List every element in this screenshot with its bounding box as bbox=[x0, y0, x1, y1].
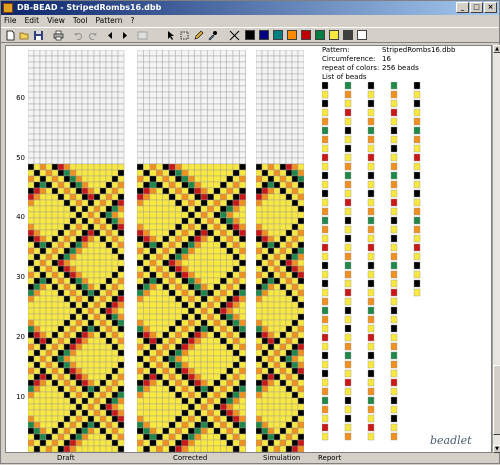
new-icon[interactable] bbox=[5, 30, 16, 41]
pattern-workspace: 60 50 40 30 20 10 Pattern: StripedRombs1… bbox=[5, 45, 492, 453]
toolbar bbox=[1, 27, 499, 43]
draft-label: Draft bbox=[57, 454, 75, 462]
maximize-button[interactable]: □ bbox=[470, 2, 483, 13]
minimize-button[interactable]: _ bbox=[456, 2, 469, 13]
color-swatch[interactable] bbox=[357, 30, 367, 40]
simulation-label: Simulation bbox=[263, 454, 301, 462]
open-icon[interactable] bbox=[19, 30, 30, 41]
undo-icon[interactable] bbox=[73, 30, 84, 41]
scroll-down-icon[interactable]: ▼ bbox=[493, 445, 500, 453]
menu-view[interactable]: View bbox=[47, 15, 65, 27]
row-label-40: 40 bbox=[16, 213, 25, 221]
color-swatch[interactable] bbox=[315, 30, 325, 40]
menu-edit[interactable]: Edit bbox=[25, 15, 40, 27]
report-label: Report bbox=[318, 454, 342, 462]
color-swatch[interactable] bbox=[245, 30, 255, 40]
bead-list bbox=[322, 82, 421, 441]
report-panel: Pattern: StripedRombs16.dbb Circumferenc… bbox=[322, 46, 492, 452]
arrow-left-icon[interactable] bbox=[105, 30, 116, 41]
circumference-value: 16 bbox=[382, 55, 391, 63]
arrow-right-icon[interactable] bbox=[119, 30, 130, 41]
menu-pattern[interactable]: Pattern bbox=[95, 15, 122, 27]
color-swatch[interactable] bbox=[343, 30, 353, 40]
row-label-60: 60 bbox=[16, 94, 25, 102]
menu-help[interactable]: ? bbox=[130, 15, 134, 27]
pencil-icon[interactable] bbox=[193, 30, 204, 41]
color-swatch[interactable] bbox=[273, 30, 283, 40]
app-window: DB-BEAD - StripedRombs16.dbb _ □ × File … bbox=[0, 0, 500, 464]
pattern-label: Pattern: bbox=[322, 46, 350, 54]
scroll-thumb[interactable] bbox=[493, 365, 500, 435]
erase-color-icon[interactable] bbox=[229, 30, 240, 41]
window-title: DB-BEAD - StripedRombs16.dbb bbox=[17, 3, 162, 12]
color-swatch[interactable] bbox=[301, 30, 311, 40]
close-button[interactable]: × bbox=[484, 2, 497, 13]
corrected-label: Corrected bbox=[173, 454, 208, 462]
row-label-50: 50 bbox=[16, 154, 25, 162]
beadlet-logo: beadlet bbox=[430, 434, 472, 447]
save-icon[interactable] bbox=[33, 30, 44, 41]
row-label-30: 30 bbox=[16, 273, 25, 281]
pointer-icon[interactable] bbox=[165, 30, 176, 41]
simulation-grid[interactable] bbox=[256, 50, 304, 452]
draft-grid[interactable] bbox=[28, 50, 126, 452]
redo-icon[interactable] bbox=[87, 30, 98, 41]
eyedropper-icon[interactable] bbox=[207, 30, 218, 41]
scroll-up-icon[interactable]: ▲ bbox=[493, 45, 500, 53]
repeat-label: repeat of colors: bbox=[322, 64, 380, 72]
color-swatch[interactable] bbox=[259, 30, 269, 40]
title-bar: DB-BEAD - StripedRombs16.dbb _ □ × bbox=[1, 1, 499, 15]
row-label-10: 10 bbox=[16, 393, 25, 401]
select-rect-icon[interactable] bbox=[179, 30, 190, 41]
row-label-20: 20 bbox=[16, 333, 25, 341]
color-swatch[interactable] bbox=[287, 30, 297, 40]
panel-labels: Draft Corrected Simulation Report bbox=[5, 453, 492, 465]
corrected-grid[interactable] bbox=[137, 50, 247, 452]
bead-list-label: List of beads bbox=[322, 73, 367, 81]
menu-file[interactable]: File bbox=[4, 15, 17, 27]
pattern-value: StripedRombs16.dbb bbox=[382, 46, 456, 54]
color-swatch[interactable] bbox=[329, 30, 339, 40]
app-icon bbox=[3, 3, 13, 13]
menu-bar: File Edit View Tool Pattern ? bbox=[1, 15, 499, 27]
print-icon[interactable] bbox=[53, 30, 64, 41]
repeat-value: 256 beads bbox=[382, 64, 419, 72]
menu-tool[interactable]: Tool bbox=[73, 15, 88, 27]
circumference-label: Circumference: bbox=[322, 55, 376, 63]
preview-icon[interactable] bbox=[137, 30, 148, 41]
vertical-scrollbar[interactable]: ▲ ▼ bbox=[492, 45, 500, 453]
